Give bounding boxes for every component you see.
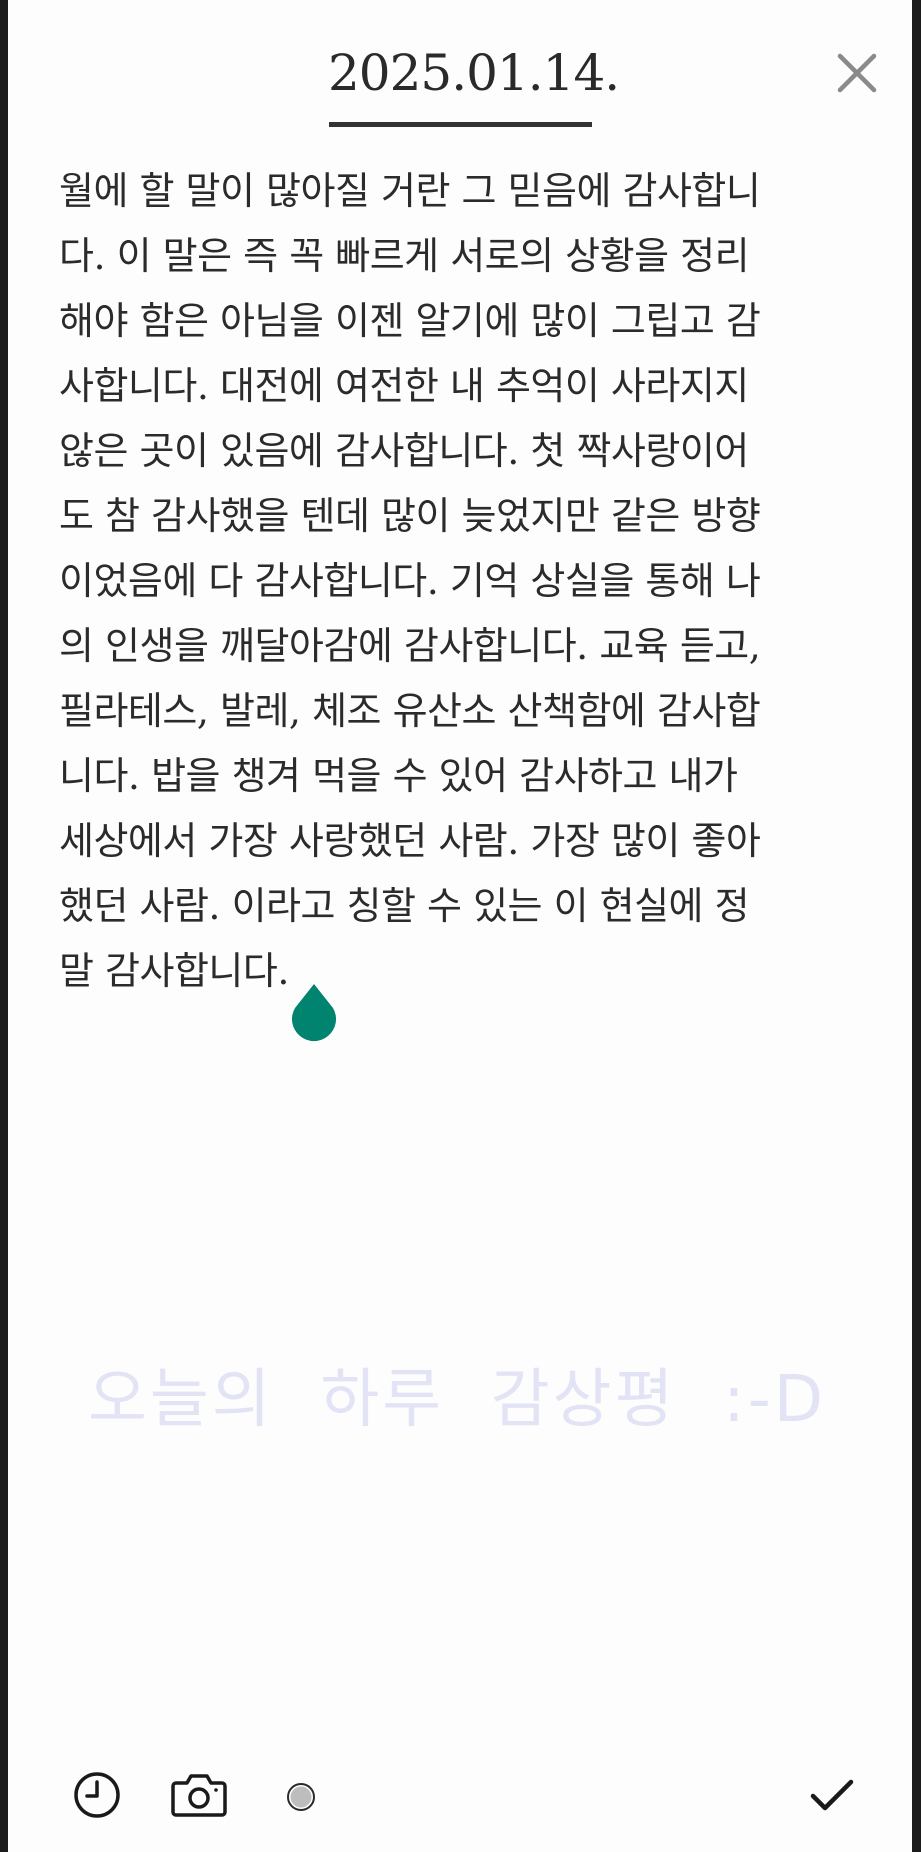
body-line: 이었음에 다 감사합니다. 기억 상실을 통해 나 xyxy=(59,559,761,603)
date-underline xyxy=(329,122,592,127)
cursor-drop-icon xyxy=(292,984,336,1042)
body-line: 도 참 감사했을 텐데 많이 늦었지만 같은 방향 xyxy=(59,494,761,538)
body-line: 말 감사합니다. xyxy=(59,949,289,993)
body-line: 의 인생을 깨달아감에 감사합니다. 교육 듣고, xyxy=(59,624,761,668)
checkmark-icon xyxy=(810,1779,854,1811)
save-button[interactable] xyxy=(808,1776,856,1816)
review-placeholder[interactable]: 오늘의 하루 감상평 :-D xyxy=(88,1348,826,1440)
clock-icon xyxy=(74,1772,120,1818)
close-icon xyxy=(837,53,877,93)
body-line: 니다. 밥을 챙겨 먹을 수 있어 감사하고 내가 xyxy=(59,754,738,798)
mood-button[interactable] xyxy=(286,1782,316,1812)
close-button[interactable] xyxy=(834,50,880,96)
body-line: 했던 사람. 이라고 칭할 수 있는 이 현실에 정 xyxy=(59,884,750,928)
mood-dot-icon xyxy=(287,1783,315,1811)
body-line: 세상에서 가장 사랑했던 사람. 가장 많이 좋아 xyxy=(59,819,761,863)
camera-icon xyxy=(171,1774,227,1817)
clock-button[interactable] xyxy=(72,1770,122,1820)
diary-body-text[interactable]: 월에 할 말이 많아질 거란 그 믿음에 감사합니 다. 이 말은 즉 꼭 빠르… xyxy=(59,159,869,1004)
body-line: 다. 이 말은 즉 꼭 빠르게 서로의 상황을 정리 xyxy=(59,234,750,278)
diary-page: 2025.01.14. 월에 할 말이 많아질 거란 그 믿음에 감사합니 다.… xyxy=(8,0,912,1852)
text-cursor-handle[interactable] xyxy=(288,984,340,1046)
body-line: 월에 할 말이 많아질 거란 그 믿음에 감사합니 xyxy=(59,169,761,213)
body-line: 사합니다. 대전에 여전한 내 추억이 사라지지 xyxy=(59,364,749,408)
body-line: 필라테스, 발레, 체조 유산소 산책함에 감사합 xyxy=(59,689,761,733)
body-line: 해야 함은 아님을 이젠 알기에 많이 그립고 감 xyxy=(59,299,761,343)
date-title[interactable]: 2025.01.14. xyxy=(328,48,620,98)
body-line: 않은 곳이 있음에 감사합니다. 첫 짝사랑이어 xyxy=(59,429,749,473)
camera-button[interactable] xyxy=(170,1770,228,1820)
